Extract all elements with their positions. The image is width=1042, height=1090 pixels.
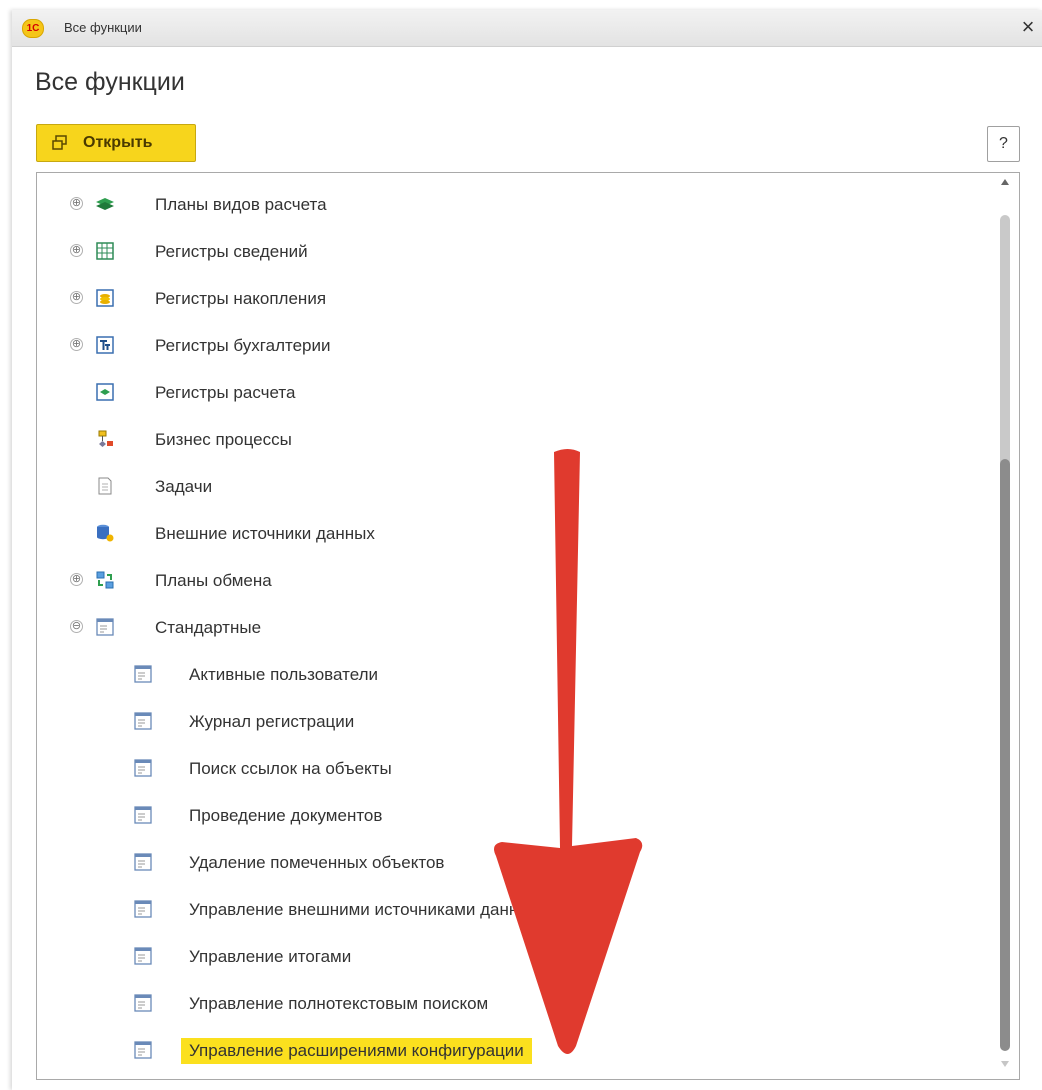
tree-item-find-references[interactable]: Поиск ссылок на объекты [37, 751, 992, 791]
tree-item-post-documents[interactable]: Проведение документов [37, 798, 992, 838]
calc-register-icon [96, 383, 114, 401]
form-icon [134, 994, 152, 1012]
tree-item-manage-totals[interactable]: Управление итогами [37, 939, 992, 979]
tree-item-active-users[interactable]: Активные пользователи [37, 657, 992, 697]
vertical-scrollbar[interactable] [999, 179, 1013, 1075]
app-logo-icon: 1С [22, 19, 44, 38]
tree-item-label: Регистры расчета [155, 383, 296, 402]
tree-item-label: Журнал регистрации [189, 712, 355, 731]
tree-item-manage-external-sources[interactable]: Управление внешними источниками данных [37, 892, 992, 932]
collapse-toggle-icon[interactable]: ⊖ [70, 620, 83, 633]
form-icon [134, 853, 152, 871]
tree-item-tasks[interactable]: Задачи [37, 469, 992, 509]
tree-item-label: Управление внешними источниками данных [189, 900, 539, 919]
open-button-label: Открыть [83, 134, 153, 151]
expand-toggle-icon[interactable]: ⊕ [70, 573, 83, 586]
tree-item-label: Задачи [155, 477, 213, 496]
tree-item-label: Бизнес процессы [155, 430, 292, 449]
scrollbar-thumb[interactable] [1000, 459, 1010, 1051]
tree-item-label: Управление итогами [189, 947, 352, 966]
tree-item-config-extensions[interactable]: Управление расширениями конфигурации [37, 1033, 992, 1073]
expand-toggle-icon[interactable]: ⊕ [70, 338, 83, 351]
close-button[interactable]: × [1016, 14, 1040, 40]
tree-item-exchange-plans[interactable]: ⊕ Планы обмена [37, 563, 992, 603]
expand-toggle-icon[interactable]: ⊕ [70, 244, 83, 257]
scrollbar-track[interactable] [1000, 215, 1010, 495]
tree-item-external-data-sources[interactable]: Внешние источники данных [37, 516, 992, 556]
scroll-up-arrow-icon[interactable] [1001, 179, 1009, 185]
form-icon [134, 1041, 152, 1059]
accumulation-register-icon [96, 289, 114, 307]
help-button[interactable]: ? [987, 126, 1020, 162]
tree-item-info-registers[interactable]: ⊕ Регистры сведений [37, 234, 992, 274]
tree-item-calc-types-plans[interactable]: ⊕ Планы видов расчета [37, 187, 992, 227]
tree-item-label: Планы видов расчета [155, 195, 327, 214]
tree-item-label: Управление полнотекстовым поиском [189, 994, 489, 1013]
business-process-icon [98, 430, 113, 447]
tree-item-event-log[interactable]: Журнал регистрации [37, 704, 992, 744]
tree-item-label: Поиск ссылок на объекты [189, 759, 392, 778]
open-button[interactable]: Открыть [36, 124, 196, 162]
exchange-plan-icon [96, 571, 114, 589]
all-functions-window: 1С Все функции × Все функции Открыть ? ⊕… [12, 10, 1042, 1090]
tree-item-label: Проведение документов [189, 806, 383, 825]
form-icon [134, 665, 152, 683]
calc-types-plan-icon [96, 198, 114, 210]
window-title: Все функции [64, 20, 142, 35]
expand-toggle-icon[interactable]: ⊕ [70, 197, 83, 210]
tree-item-label: Регистры сведений [155, 242, 308, 261]
tree-item-fulltext-search[interactable]: Управление полнотекстовым поиском [37, 986, 992, 1026]
task-icon [98, 477, 112, 495]
form-icon [134, 947, 152, 965]
form-icon [134, 759, 152, 777]
page-title: Все функции [35, 68, 185, 96]
form-icon [134, 900, 152, 918]
accounting-register-icon [96, 336, 114, 354]
functions-tree: ⊕ Планы видов расчета ⊕ Регистры сведени… [36, 172, 1020, 1080]
tree-item-standard[interactable]: ⊖ Стандартные [37, 610, 992, 650]
expand-toggle-icon[interactable]: ⊕ [70, 291, 83, 304]
external-data-source-icon [97, 524, 114, 542]
title-bar: 1С Все функции × [12, 10, 1042, 47]
tree-item-delete-marked[interactable]: Удаление помеченных объектов [37, 845, 992, 885]
tree-item-label: Регистры бухгалтерии [155, 336, 331, 355]
tree-item-label: Активные пользователи [189, 665, 379, 684]
tree-item-accumulation-registers[interactable]: ⊕ Регистры накопления [37, 281, 992, 321]
tree-item-calc-registers[interactable]: Регистры расчета [37, 375, 992, 415]
form-icon [134, 712, 152, 730]
tree-item-label: Регистры накопления [155, 289, 327, 308]
scroll-down-arrow-icon[interactable] [1001, 1061, 1009, 1067]
form-icon [96, 618, 114, 636]
tree-item-label: Планы обмена [155, 571, 272, 590]
open-window-icon [52, 135, 67, 150]
tree-item-business-processes[interactable]: Бизнес процессы [37, 422, 992, 462]
info-register-icon [96, 242, 114, 260]
tree-item-accounting-registers[interactable]: ⊕ Регистры бухгалтерии [37, 328, 992, 368]
tree-item-label: Внешние источники данных [155, 524, 375, 543]
tree-item-label: Стандартные [155, 618, 262, 637]
form-icon [134, 806, 152, 824]
tree-item-label: Удаление помеченных объектов [189, 853, 445, 872]
tree-item-label-highlighted: Управление расширениями конфигурации [181, 1038, 532, 1064]
